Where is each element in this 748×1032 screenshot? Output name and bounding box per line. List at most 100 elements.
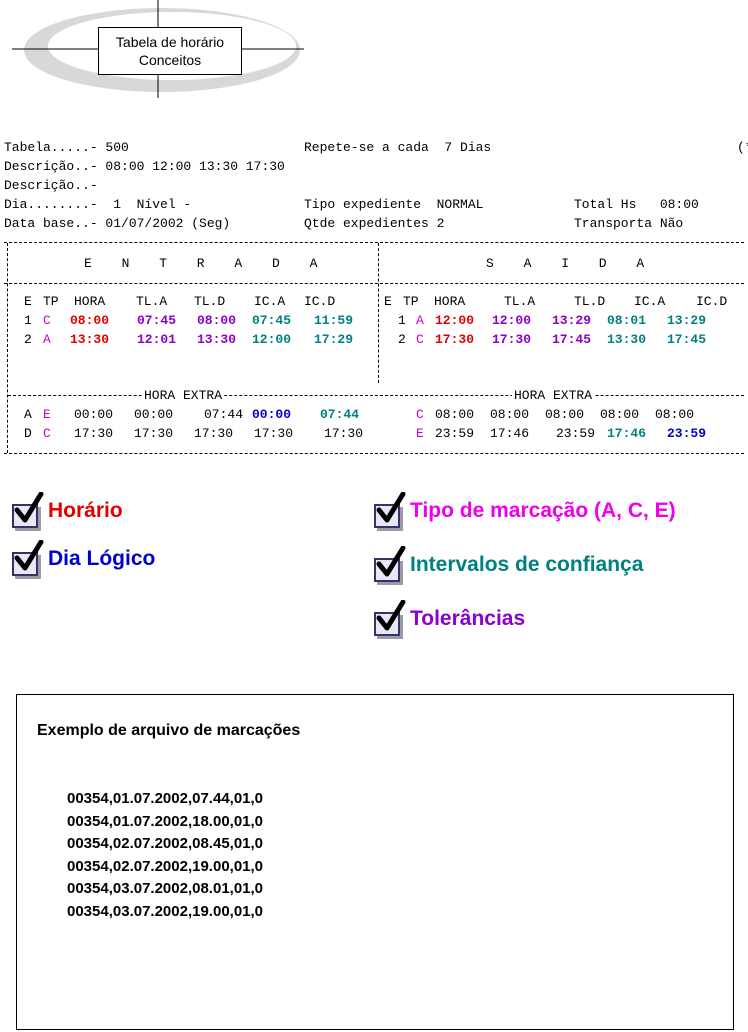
legend-tipo-marcacao-label: Tipo de marcação (A, C, E) (410, 499, 676, 522)
header-data-base: Data base..- 01/07/2002 (Seg) (4, 216, 231, 231)
saida-row-2-e: 2 (398, 332, 406, 347)
entrada-row-2-tla: 12:01 (137, 332, 177, 347)
saida-col-ica: IC.A (634, 294, 666, 309)
extra-left-row-2-v3: 17:30 (194, 426, 234, 441)
extra-right-row-2-v3: 23:59 (556, 426, 596, 441)
checkbox-checked-icon (12, 492, 44, 528)
extra-right-row-1-v3: 08:00 (545, 407, 585, 422)
saida-row-2-tla: 17:30 (492, 332, 532, 347)
extra-left-row-1-v1: 00:00 (74, 407, 114, 422)
hora-extra-label-right: HORA EXTRA (512, 386, 595, 405)
saida-col-e: E (384, 294, 392, 309)
entrada-col-e: E (24, 294, 32, 309)
saida-col-tla: TL.A (504, 294, 536, 309)
table-bottom-rule (4, 453, 744, 454)
extra-right-row-2-v5: 23:59 (667, 426, 707, 441)
extra-left-row-1-tp: E (43, 407, 51, 422)
entrada-col-icd: IC.D (304, 294, 336, 309)
extra-left-row-1-v3: 07:44 (204, 407, 244, 422)
checkbox-checked-icon (374, 600, 406, 636)
extra-left-row-2-e: D (24, 426, 32, 441)
saida-title: S A I D A (486, 256, 656, 271)
header-qtde-expedientes: Qtde expedientes 2 (304, 216, 445, 231)
entrada-row-2-tp: A (43, 332, 51, 347)
example-line: 00354,01.07.2002,18.00,01,0 (67, 812, 264, 830)
hora-extra-label-left: HORA EXTRA (142, 386, 225, 405)
extra-right-row-1-v2: 08:00 (490, 407, 530, 422)
extra-left-row-1-v5: 07:44 (320, 407, 360, 422)
header-descricao-2: Descrição..- (4, 178, 98, 193)
header-repete: Repete-se a cada 7 Dias (304, 140, 492, 155)
title-line-1: Tabela de horário (115, 34, 225, 50)
extra-left-row-1-v2: 00:00 (134, 407, 174, 422)
header-descricao-1: Descrição..- 08:00 12:00 13:30 17:30 (4, 159, 285, 174)
entrada-col-hora: HORA (74, 294, 106, 309)
example-line: 00354,01.07.2002,07.44,01,0 (67, 790, 264, 807)
saida-row-1-hora: 12:00 (435, 313, 475, 328)
example-file-box: Exemplo de arquivo de marcações 00354,01… (16, 694, 734, 1030)
checkbox-checked-icon (374, 546, 406, 582)
extra-right-row-1-v1: 08:00 (435, 407, 475, 422)
legend-tipo-marcacao: Tipo de marcação (A, C, E) (374, 492, 676, 528)
entrada-row-2-e: 2 (24, 332, 32, 347)
saida-row-2-icd: 17:45 (667, 332, 707, 347)
title-line-2: Conceitos (138, 52, 202, 68)
legend-horario-label: Horário (48, 499, 123, 522)
entrada-row-2-hora: 13:30 (70, 332, 110, 347)
entrada-row-1-ica: 07:45 (252, 313, 292, 328)
saida-row-2-tld: 17:45 (552, 332, 592, 347)
entrada-col-tld: TL.D (194, 294, 226, 309)
saida-row-2-hora: 17:30 (435, 332, 475, 347)
saida-row-1-ica: 08:01 (607, 313, 647, 328)
entrada-row-1-icd: 11:59 (314, 313, 354, 328)
extra-left-row-2-v5: 17:30 (324, 426, 364, 441)
entrada-col-tla: TL.A (136, 294, 168, 309)
legend-dia-logico: Dia Lógico (12, 540, 156, 576)
saida-col-hora: HORA (434, 294, 466, 309)
extra-right-row-2-v2: 17:46 (490, 426, 530, 441)
legend-dia-logico-label: Dia Lógico (48, 547, 156, 570)
legend-intervalos: Intervalos de confiança (374, 546, 643, 582)
example-line: 00354,03.07.2002,08.01,01,0 (67, 880, 264, 897)
title-box: Tabela de horário Conceitos (98, 27, 242, 75)
saida-row-1-tla: 12:00 (492, 313, 532, 328)
table-left-border (7, 243, 8, 453)
entrada-title: E N T R A D A (84, 256, 329, 271)
saida-row-1-e: 1 (398, 313, 406, 328)
header-tipo-expediente: Tipo expediente NORMAL (304, 197, 484, 212)
saida-row-1-tp: A (416, 313, 424, 328)
example-line: 00354,02.07.2002,08.45,01,0 (67, 835, 264, 852)
table-top-rule (4, 242, 744, 243)
extra-left-row-2-v1: 17:30 (74, 426, 114, 441)
entrada-row-1-tla: 07:45 (137, 313, 177, 328)
entrada-row-1-hora: 08:00 (70, 313, 110, 328)
legend-tolerancias: Tolerâncias (374, 600, 525, 636)
example-title: Exemplo de arquivo de marcações (37, 722, 301, 739)
extra-right-row-2-tp: E (416, 426, 424, 441)
checkbox-checked-icon (12, 540, 44, 576)
header-dia: Dia........- 1 Nível - (4, 197, 192, 212)
extra-left-row-2-tp: C (43, 426, 51, 441)
entrada-row-2-ica: 12:00 (252, 332, 292, 347)
saida-row-2-tp: C (416, 332, 424, 347)
entrada-row-2-tld: 13:30 (197, 332, 237, 347)
example-lines: 00354,01.07.2002,07.44,01,0 00354,01.07.… (67, 788, 263, 923)
example-line: 00354,02.07.2002,19.00,01,0 (67, 857, 264, 875)
legend-horario: Horário (12, 492, 123, 528)
extra-right-row-1-v5: 08:00 (655, 407, 695, 422)
extra-right-row-1-v4: 08:00 (600, 407, 640, 422)
header-total-hs: Total Hs 08:00 (574, 197, 699, 212)
header-tabela: Tabela.....- 500 (4, 140, 129, 155)
header-transporta: Transporta Não (574, 216, 684, 231)
entrada-col-tp: TP (43, 294, 59, 309)
saida-col-icd: IC.D (696, 294, 728, 309)
table-center-divider (378, 243, 379, 383)
saida-col-tp: TP (403, 294, 419, 309)
extra-left-row-1-v4: 00:00 (252, 407, 292, 422)
saida-row-1-icd: 13:29 (667, 313, 707, 328)
checkbox-checked-icon (374, 492, 406, 528)
extra-left-row-1-e: A (24, 407, 32, 422)
entrada-row-2-icd: 17:29 (314, 332, 354, 347)
entrada-row-1-tld: 08:00 (197, 313, 237, 328)
saida-row-2-ica: 13:30 (607, 332, 647, 347)
